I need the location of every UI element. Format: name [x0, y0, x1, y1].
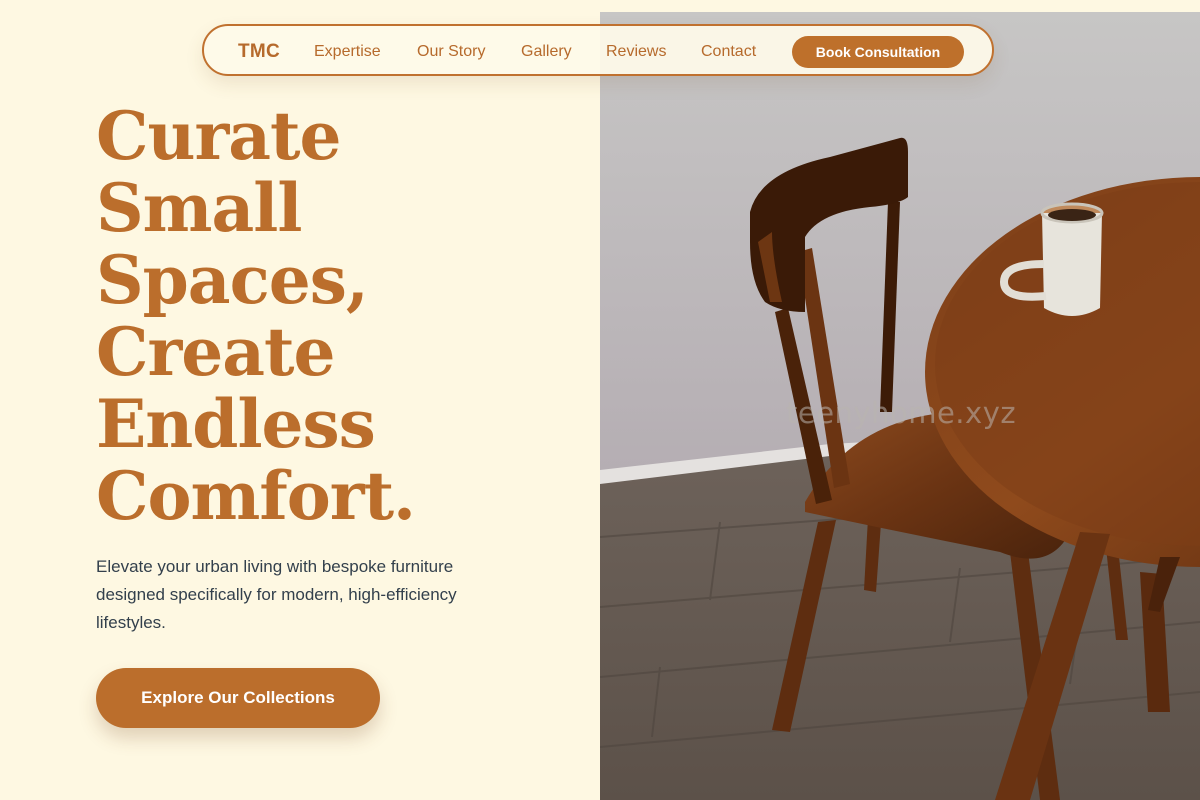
- headline-line: Small: [96, 169, 302, 247]
- headline-line: Create: [96, 313, 336, 391]
- hero-subtext: Elevate your urban living with bespoke f…: [96, 557, 457, 632]
- headline-line: Comfort.: [96, 457, 416, 535]
- nav-link-reviews[interactable]: Reviews: [606, 43, 666, 61]
- headline-line: Endless: [96, 385, 376, 463]
- nav-link-contact[interactable]: Contact: [701, 43, 756, 61]
- headline-line: Curate: [96, 97, 342, 175]
- brand-logo[interactable]: TMC: [238, 41, 280, 63]
- watermark-text: teenyhome.xyz: [786, 396, 1017, 430]
- headline-line: Spaces,: [96, 241, 369, 319]
- nav-link-gallery[interactable]: Gallery: [521, 43, 572, 61]
- top-navigation: TMC Expertise Our Story Gallery Reviews …: [202, 24, 994, 76]
- hero-image: teenyhome.xyz: [600, 12, 1200, 800]
- book-consultation-button[interactable]: Book Consultation: [792, 36, 964, 68]
- nav-link-expertise[interactable]: Expertise: [314, 43, 381, 61]
- explore-collections-button[interactable]: Explore Our Collections: [96, 668, 380, 728]
- hero-headline: Curate Small Spaces, Create Endless Comf…: [96, 100, 576, 532]
- nav-link-our-story[interactable]: Our Story: [417, 43, 485, 61]
